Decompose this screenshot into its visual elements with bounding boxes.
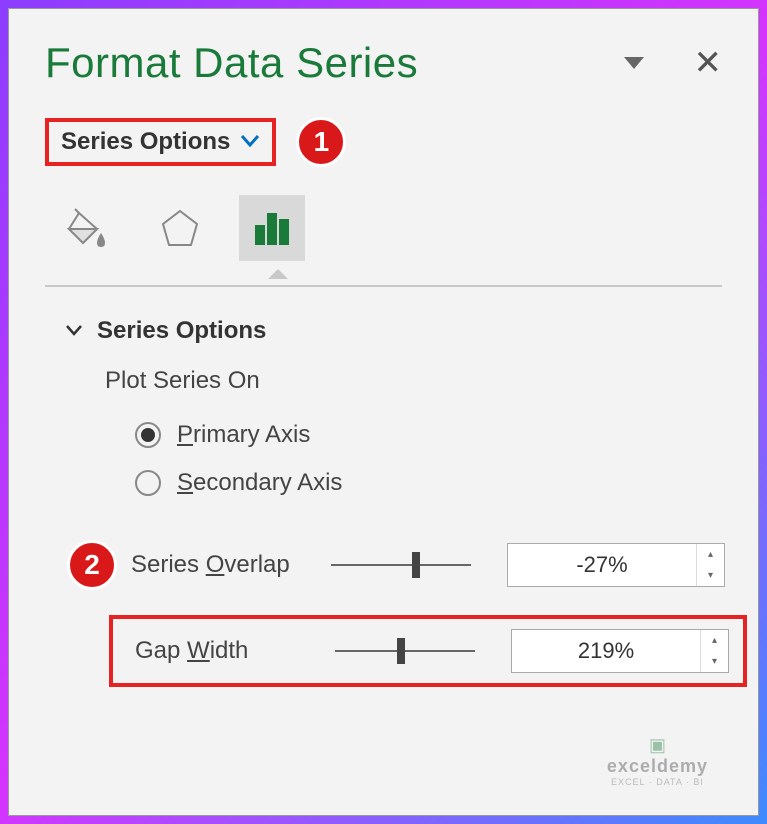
effects-tab[interactable] <box>147 195 213 261</box>
series-options-tab[interactable] <box>239 195 305 261</box>
series-options-section-header[interactable]: Series Options <box>45 317 722 345</box>
gap-width-slider[interactable] <box>335 650 475 652</box>
fill-and-line-tab[interactable] <box>55 195 121 261</box>
watermark-name: exceldemy <box>607 756 708 777</box>
format-category-tabs <box>45 195 722 261</box>
gap-width-label: Gap Width <box>135 637 335 665</box>
callout-badge-1: 1 <box>296 117 346 167</box>
bar-chart-icon <box>249 205 295 251</box>
series-options-dropdown[interactable]: Series Options <box>45 118 276 166</box>
header-controls: ✕ <box>624 46 723 80</box>
tab-indicator-row <box>45 269 722 281</box>
primary-axis-radio[interactable]: Primary Axis <box>45 421 722 449</box>
spinner-buttons: ▴ ▾ <box>700 630 728 672</box>
chevron-down-icon <box>240 131 260 154</box>
paint-bucket-icon <box>65 205 111 251</box>
series-options-dropdown-row: Series Options 1 <box>45 117 722 167</box>
secondary-axis-label: Secondary Axis <box>177 469 342 497</box>
close-icon[interactable]: ✕ <box>694 46 723 80</box>
slider-thumb[interactable] <box>412 552 420 578</box>
active-tab-arrow-icon <box>268 269 288 279</box>
plot-series-on-label: Plot Series On <box>45 367 722 395</box>
spinner-buttons: ▴ ▾ <box>696 544 724 586</box>
series-overlap-label: Series Overlap <box>131 551 331 579</box>
watermark: ▣ exceldemy EXCEL · DATA · BI <box>607 735 708 787</box>
spinner-down-icon[interactable]: ▾ <box>697 565 724 586</box>
series-overlap-row: 2 Series Overlap -27% ▴ ▾ <box>45 533 722 597</box>
slider-thumb[interactable] <box>397 638 405 664</box>
gap-width-value: 219% <box>512 630 700 672</box>
divider <box>45 285 722 287</box>
callout-badge-2: 2 <box>67 540 117 590</box>
gap-width-row: Gap Width 219% ▴ ▾ <box>45 615 722 687</box>
spinner-up-icon[interactable]: ▴ <box>701 630 728 651</box>
secondary-axis-radio[interactable]: Secondary Axis <box>45 469 722 497</box>
format-data-series-pane: Format Data Series ✕ Series Options 1 <box>8 8 759 816</box>
series-options-label: Series Options <box>61 128 230 156</box>
radio-selected-icon <box>135 422 161 448</box>
task-pane-options-icon[interactable] <box>624 57 644 69</box>
chevron-down-icon <box>65 318 83 344</box>
watermark-logo-icon: ▣ <box>607 735 708 756</box>
spinner-down-icon[interactable]: ▾ <box>701 651 728 672</box>
radio-unselected-icon <box>135 470 161 496</box>
series-overlap-slider[interactable] <box>331 564 471 566</box>
pentagon-icon <box>157 205 203 251</box>
pane-title: Format Data Series <box>45 39 418 87</box>
spinner-up-icon[interactable]: ▴ <box>697 544 724 565</box>
section-title: Series Options <box>97 317 266 345</box>
pane-header: Format Data Series ✕ <box>45 39 722 87</box>
watermark-sub: EXCEL · DATA · BI <box>607 777 708 787</box>
series-overlap-value: -27% <box>508 544 696 586</box>
series-overlap-input[interactable]: -27% ▴ ▾ <box>507 543 725 587</box>
gap-width-input[interactable]: 219% ▴ ▾ <box>511 629 729 673</box>
primary-axis-label: Primary Axis <box>177 421 310 449</box>
